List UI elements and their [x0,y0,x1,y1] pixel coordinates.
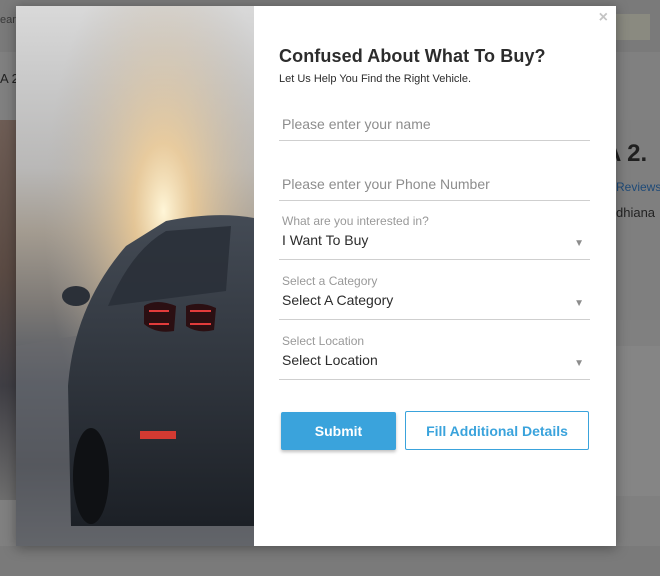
form-header: Confused About What To Buy? Let Us Help … [279,46,590,85]
name-placeholder: Please enter your name [282,116,431,132]
background-footer [0,546,660,576]
chevron-down-icon: ▼ [574,358,584,369]
background-left-image [0,120,16,500]
location-value: Select Location [282,352,378,368]
background-city-text: dhiana [616,205,656,220]
name-field[interactable]: Please enter your name [279,116,590,141]
car-photo [16,6,254,546]
interest-value: I Want To Buy [282,232,369,248]
interest-select[interactable]: What are you interested in? I Want To Bu… [279,214,590,260]
background-reviews-link: Reviews [616,180,660,194]
phone-placeholder: Please enter your Phone Number [282,176,490,192]
chevron-down-icon: ▼ [574,238,584,249]
chevron-down-icon: ▼ [574,298,584,309]
lead-modal: × Confused About What To Buy? Let Us Hel… [16,6,616,546]
close-icon[interactable]: × [599,10,608,26]
location-select[interactable]: Select Location Select Location ▼ [279,334,590,380]
phone-field[interactable]: Please enter your Phone Number [279,176,590,201]
car-illustration [16,6,254,546]
category-value: Select A Category [282,292,394,308]
modal-subtitle: Let Us Help You Find the Right Vehicle. [279,73,472,85]
location-label: Select Location [282,334,365,348]
background-search-text: ear [0,14,16,26]
modal-title: Confused About What To Buy? [279,46,546,66]
category-label: Select a Category [282,274,378,288]
fill-details-button[interactable]: Fill Additional Details [405,411,589,450]
interest-label: What are you interested in? [282,214,429,228]
category-select[interactable]: Select a Category Select A Category ▼ [279,274,590,320]
background-right-image [616,346,660,496]
submit-button[interactable]: Submit [281,412,396,450]
